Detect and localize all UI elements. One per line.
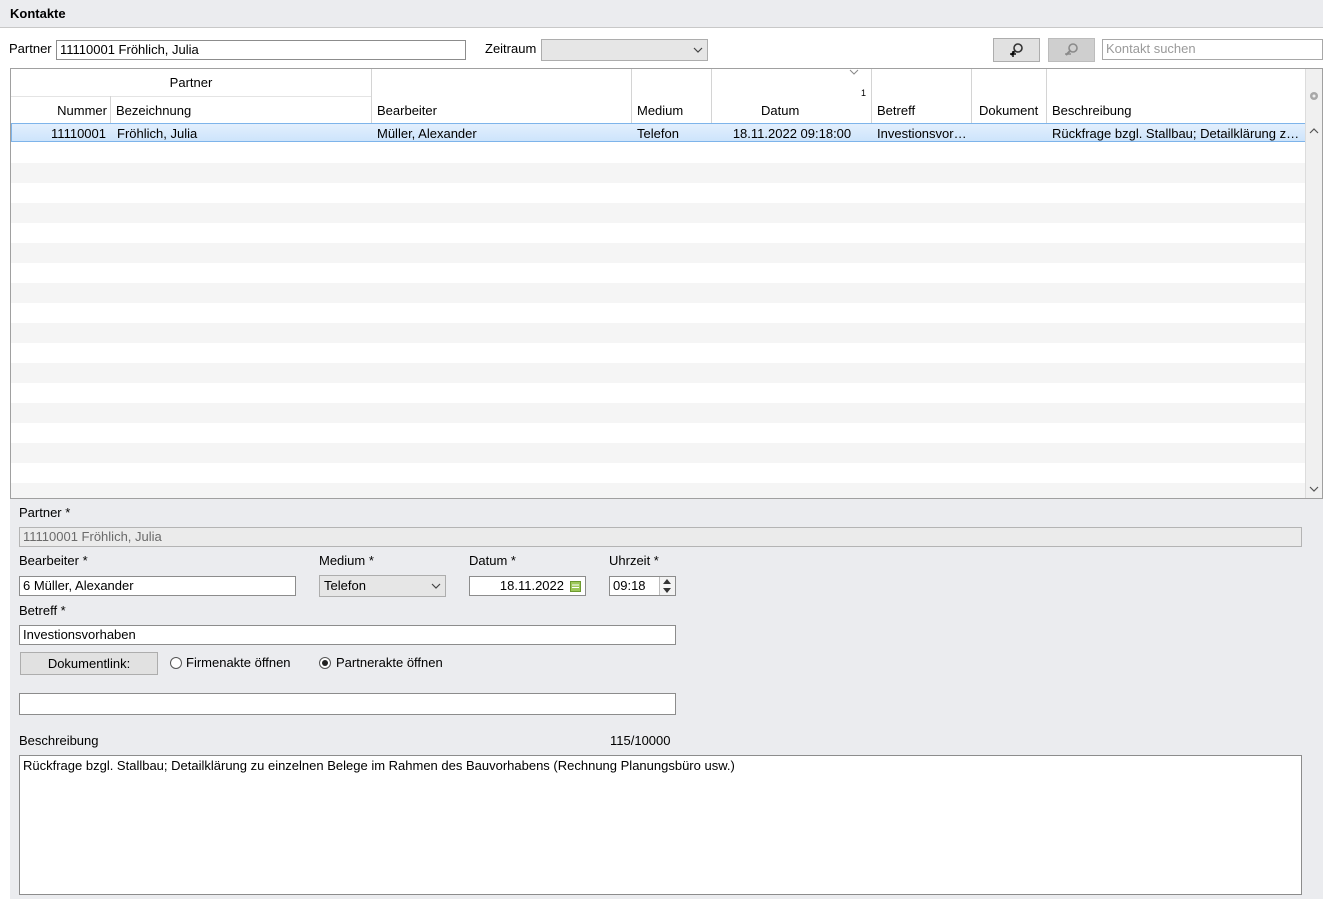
cell-betreff: Investionsvorhaben <box>877 126 967 141</box>
spinner-down-icon[interactable] <box>663 588 671 593</box>
form-medium-label: Medium * <box>319 553 374 568</box>
column-header-betreff[interactable]: Betreff <box>871 69 972 123</box>
sort-order-indicator: 1 <box>861 88 867 98</box>
form-partner-field: 11110001 Fröhlich, Julia <box>19 527 1302 547</box>
partner-group-header: Partner <box>11 69 372 97</box>
empty-row <box>11 183 1307 203</box>
radio-firmenakte-label[interactable]: Firmenakte öffnen <box>186 654 291 672</box>
form-bearbeiter-label: Bearbeiter * <box>19 553 88 568</box>
radio-firmenakte[interactable] <box>170 657 182 669</box>
scroll-down-icon[interactable] <box>1309 485 1319 493</box>
contacts-table: Partner Nummer Bezeichnung Bearbeiter Me… <box>10 68 1323 499</box>
empty-row <box>11 423 1307 443</box>
spinner-up-icon[interactable] <box>663 579 671 584</box>
column-chooser-icon[interactable] <box>1308 89 1320 103</box>
column-header-dokument[interactable]: Dokument <box>971 69 1047 123</box>
form-beschreibung-label: Beschreibung <box>19 733 99 748</box>
remove-search-button[interactable] <box>1048 38 1095 62</box>
scroll-up-icon[interactable] <box>1309 127 1319 135</box>
empty-row <box>11 463 1307 483</box>
cell-bezeichnung: Fröhlich, Julia <box>117 126 198 141</box>
empty-row <box>11 483 1307 498</box>
radio-partnerakte-label[interactable]: Partnerakte öffnen <box>336 654 443 672</box>
column-header-datum[interactable]: 1 Datum <box>711 69 872 123</box>
cell-beschreibung: Rückfrage bzgl. Stallbau; Detailklärung … <box>1052 126 1302 141</box>
dokumentlink-input[interactable] <box>19 693 676 715</box>
form-medium-select[interactable]: Telefon <box>319 575 446 597</box>
cell-medium: Telefon <box>637 126 679 141</box>
cell-datum: 18.11.2022 09:18:00 <box>732 126 852 141</box>
empty-row <box>11 163 1307 183</box>
form-betreff-input[interactable]: Investionsvorhaben <box>19 625 676 645</box>
table-scrollbar[interactable] <box>1305 69 1322 498</box>
column-header-medium[interactable]: Medium <box>631 69 712 123</box>
empty-row <box>11 443 1307 463</box>
cell-nummer: 11110001 <box>51 126 106 141</box>
empty-row <box>11 323 1307 343</box>
empty-row <box>11 203 1307 223</box>
column-header-beschreibung[interactable]: Beschreibung <box>1046 69 1307 123</box>
table-row[interactable]: 11110001 Fröhlich, Julia Müller, Alexand… <box>11 123 1307 142</box>
column-header-nummer[interactable]: Nummer <box>11 96 111 123</box>
chevron-down-icon <box>693 47 703 53</box>
sort-descending-icon <box>849 69 859 75</box>
empty-row <box>11 403 1307 423</box>
empty-row <box>11 363 1307 383</box>
partner-filter-label: Partner <box>9 41 52 56</box>
magnifier-plus-icon <box>1009 43 1023 57</box>
dokumentlink-button[interactable]: Dokumentlink: <box>20 652 158 675</box>
empty-row <box>11 343 1307 363</box>
column-header-bezeichnung[interactable]: Bezeichnung <box>110 96 372 123</box>
empty-row <box>11 243 1307 263</box>
empty-row <box>11 223 1307 243</box>
empty-row <box>11 283 1307 303</box>
cell-dokument <box>977 124 1045 143</box>
zeitraum-label: Zeitraum <box>485 41 537 56</box>
contact-search-placeholder: Kontakt suchen <box>1106 41 1196 56</box>
add-search-button[interactable] <box>993 38 1040 62</box>
empty-row <box>11 383 1307 403</box>
form-bearbeiter-input[interactable]: 6 Müller, Alexander <box>19 576 296 596</box>
form-beschreibung-textarea[interactable]: Rückfrage bzgl. Stallbau; Detailklärung … <box>19 755 1302 895</box>
form-uhrzeit-value: 09:18 <box>613 578 646 593</box>
empty-row <box>11 143 1307 163</box>
empty-row <box>11 263 1307 283</box>
form-uhrzeit-label: Uhrzeit * <box>609 553 659 568</box>
calendar-icon[interactable] <box>570 581 581 592</box>
form-uhrzeit-input[interactable]: 09:18 <box>609 576 676 596</box>
form-partner-label: Partner * <box>19 505 71 520</box>
char-counter: 115/10000 <box>610 733 671 748</box>
column-header-bearbeiter[interactable]: Bearbeiter <box>371 69 632 123</box>
form-betreff-label: Betreff * <box>19 603 66 618</box>
chevron-down-icon <box>431 583 441 589</box>
magnifier-minus-icon <box>1064 43 1078 56</box>
zeitraum-select[interactable] <box>541 39 708 61</box>
empty-row <box>11 303 1307 323</box>
contact-search-input[interactable]: Kontakt suchen <box>1102 39 1323 60</box>
cell-bearbeiter: Müller, Alexander <box>377 126 477 141</box>
form-datum-input[interactable]: 18.11.2022 <box>469 576 586 596</box>
time-spinner[interactable] <box>659 577 675 595</box>
form-datum-label: Datum * <box>469 553 516 568</box>
radio-partnerakte[interactable] <box>319 657 331 669</box>
form-medium-value: Telefon <box>324 578 366 593</box>
partner-filter-input[interactable]: 11110001 Fröhlich, Julia <box>56 40 466 60</box>
window-title: Kontakte <box>0 0 1323 28</box>
form-datum-value: 18.11.2022 <box>499 578 564 593</box>
